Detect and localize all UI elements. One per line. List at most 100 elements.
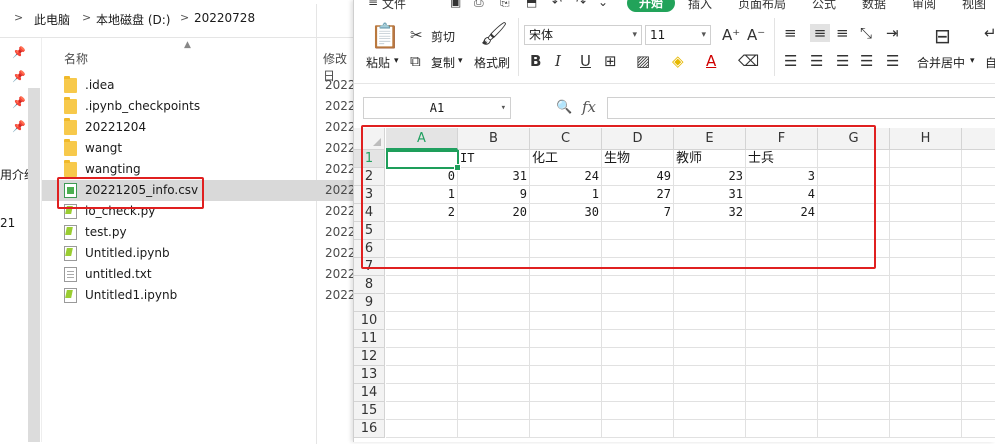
spreadsheet-grid[interactable]: A B C D E F G H 1 IT 化工 生物 教师 士兵 2 0 31 24 49 23 3 3 1 9 1 27 31 4 4… (354, 125, 995, 442)
cell[interactable] (386, 402, 458, 420)
menu-page-layout[interactable]: 页面布局 (738, 0, 786, 12)
format-painter-icon[interactable]: 🖌 (480, 22, 508, 47)
bold-icon[interactable]: B (530, 52, 541, 70)
align-center-icon[interactable]: ☰ (810, 52, 823, 70)
file-row[interactable]: .ipynb_checkpoints 20222 (42, 96, 363, 117)
column-header-overflow[interactable] (962, 128, 995, 150)
increase-font-icon[interactable]: A⁺ (722, 26, 740, 44)
cell[interactable] (602, 294, 674, 312)
cell[interactable] (386, 366, 458, 384)
cell[interactable] (674, 294, 746, 312)
menu-hamburger-icon[interactable]: ≡ (368, 0, 378, 9)
cell[interactable] (962, 258, 995, 276)
menu-start[interactable]: 开始 (627, 0, 675, 12)
cell[interactable] (962, 186, 995, 204)
column-name-header[interactable]: 名称 (64, 50, 88, 67)
cell[interactable] (962, 222, 995, 240)
cell[interactable] (890, 204, 962, 222)
undo-icon[interactable]: ↶ (552, 0, 562, 9)
cell[interactable] (818, 366, 890, 384)
row-header-8[interactable]: 8 (354, 276, 385, 294)
menu-insert[interactable]: 插入 (688, 0, 712, 12)
cell[interactable] (818, 294, 890, 312)
column-header-h[interactable]: H (890, 128, 962, 150)
copy-button[interactable]: 复制 (431, 54, 455, 71)
row-header-13[interactable]: 13 (354, 366, 385, 384)
merge-dropdown-icon[interactable]: ▾ (970, 56, 975, 66)
cut-button[interactable]: 剪切 (431, 28, 455, 45)
align-right-icon[interactable]: ☰ (836, 52, 849, 70)
border-icon[interactable]: ⊞ (604, 52, 617, 70)
clipboard-icon[interactable]: 📋 (370, 22, 400, 50)
cell[interactable] (458, 330, 530, 348)
cell[interactable] (530, 420, 602, 438)
cell[interactable] (818, 420, 890, 438)
menu-view[interactable]: 视图 (962, 0, 986, 12)
save-icon[interactable]: ▣ (450, 0, 461, 9)
cell[interactable] (458, 348, 530, 366)
cell[interactable] (602, 384, 674, 402)
menu-review[interactable]: 审阅 (912, 0, 936, 12)
row-header-12[interactable]: 12 (354, 348, 385, 366)
cell[interactable] (818, 330, 890, 348)
cell[interactable] (962, 240, 995, 258)
cell[interactable] (746, 330, 818, 348)
insert-function-icon[interactable]: fx (582, 98, 596, 116)
format-painter-button[interactable]: 格式刷 (474, 54, 510, 71)
cell[interactable] (746, 384, 818, 402)
cell[interactable] (890, 402, 962, 420)
font-size-combo[interactable]: 11 ▾ (645, 25, 711, 45)
cell[interactable] (962, 312, 995, 330)
cell[interactable] (890, 294, 962, 312)
cell[interactable] (746, 276, 818, 294)
cell[interactable] (602, 402, 674, 420)
copy-dropdown-icon[interactable]: ▾ (458, 56, 463, 66)
cell[interactable] (962, 330, 995, 348)
cell[interactable] (386, 330, 458, 348)
merge-center-icon[interactable]: ⊟ (934, 24, 951, 48)
cell[interactable] (890, 312, 962, 330)
cell[interactable] (818, 348, 890, 366)
distributed-icon[interactable]: ☰ (886, 52, 899, 70)
cell[interactable] (602, 420, 674, 438)
cell[interactable] (818, 384, 890, 402)
orientation-icon[interactable]: ⤡ (860, 24, 872, 42)
cell[interactable] (746, 312, 818, 330)
print-icon[interactable]: ⎘ (500, 0, 510, 10)
justify-icon[interactable]: ☰ (860, 52, 873, 70)
formula-input[interactable] (607, 97, 995, 119)
row-header-14[interactable]: 14 (354, 384, 385, 402)
zoom-search-icon[interactable]: 🔍 (556, 100, 572, 115)
cell[interactable] (890, 186, 962, 204)
copy-icon[interactable]: ⧉ (410, 52, 421, 70)
pin-icon[interactable]: 📌 (12, 46, 26, 59)
cell[interactable] (530, 312, 602, 330)
cell[interactable] (890, 168, 962, 186)
cell[interactable] (530, 330, 602, 348)
paste-button[interactable]: 粘贴 (366, 54, 390, 71)
cell[interactable] (602, 312, 674, 330)
row-header-11[interactable]: 11 (354, 330, 385, 348)
cell[interactable] (746, 294, 818, 312)
cell[interactable] (458, 276, 530, 294)
cell[interactable] (386, 420, 458, 438)
cell[interactable] (530, 402, 602, 420)
cell[interactable] (962, 168, 995, 186)
cell[interactable] (818, 312, 890, 330)
breadcrumb-current-folder[interactable]: 20220728 (194, 11, 255, 25)
cell[interactable] (890, 276, 962, 294)
redo-icon[interactable]: ↷ (576, 0, 586, 9)
nav-scrollbar[interactable] (28, 88, 40, 442)
cell[interactable] (962, 150, 995, 168)
menu-file[interactable]: 文件 (382, 0, 406, 12)
row-header-16[interactable]: 16 (354, 420, 385, 438)
align-bottom-icon[interactable]: ≡ (836, 24, 849, 42)
scissors-icon[interactable]: ✂ (410, 26, 423, 44)
cell[interactable] (890, 420, 962, 438)
align-top-icon[interactable]: ≡ (784, 24, 797, 42)
cell[interactable] (962, 384, 995, 402)
align-left-icon[interactable]: ☰ (784, 52, 797, 70)
cell[interactable] (530, 384, 602, 402)
cell[interactable] (962, 204, 995, 222)
cell[interactable] (386, 348, 458, 366)
